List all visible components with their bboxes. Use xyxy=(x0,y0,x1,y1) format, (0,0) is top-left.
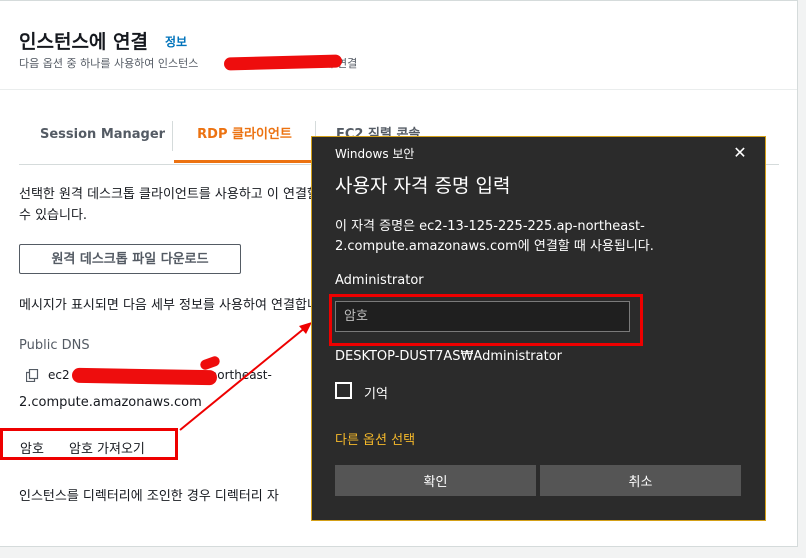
page-title: 인스턴스에 연결 xyxy=(19,31,148,53)
ok-button[interactable]: 확인 xyxy=(335,465,536,496)
public-dns-start: ec2 xyxy=(48,368,70,382)
remember-checkbox[interactable] xyxy=(335,382,352,399)
info-link[interactable]: 정보 xyxy=(165,33,187,50)
public-dns-label: Public DNS xyxy=(19,338,90,353)
tab-rdp-client[interactable]: RDP 클라이언트 xyxy=(174,117,315,163)
tab-divider xyxy=(172,121,173,151)
copy-icon[interactable] xyxy=(26,369,39,382)
redaction-mark xyxy=(71,367,218,386)
cancel-button[interactable]: 취소 xyxy=(540,465,741,496)
dialog-window-title: Windows 보안 xyxy=(335,147,415,161)
download-rdp-file-button[interactable]: 원격 데스크톱 파일 다운로드 xyxy=(19,244,241,274)
password-label: 암호 xyxy=(20,442,44,457)
more-options-link[interactable]: 다른 옵션 선택 xyxy=(335,429,415,448)
directory-note: 인스턴스를 디렉터리에 조인한 경우 디렉터리 자 xyxy=(19,489,279,504)
subtitle-start: 다음 옵션 중 하나를 사용하여 인스턴스 xyxy=(19,57,199,70)
dialog-heading: 사용자 자격 증명 입력 xyxy=(335,175,511,197)
public-dns-end: northeast- xyxy=(209,368,272,382)
password-input[interactable] xyxy=(335,301,630,332)
username-label: Administrator xyxy=(335,273,424,288)
dialog-description: 이 자격 증명은 ec2-13-125-225-225.ap-northeast… xyxy=(335,219,654,254)
get-password-link[interactable]: 암호 가져오기 xyxy=(69,438,145,457)
rdp-description: 선택한 원격 데스크톱 클라이언트를 사용하고 이 연결할 수 있습니다. xyxy=(19,187,319,223)
tab-session-manager[interactable]: Session Manager xyxy=(40,117,165,163)
remember-label: 기억 xyxy=(364,387,388,402)
account-domain-label: DESKTOP-DUST7AS₩Administrator xyxy=(335,349,563,364)
panel-header: 인스턴스에 연결 정보 다음 옵션 중 하나를 사용하여 인스턴스에 연결 xyxy=(0,1,797,90)
close-icon[interactable]: ✕ xyxy=(727,142,753,164)
windows-security-dialog: Windows 보안 ✕ 사용자 자격 증명 입력 이 자격 증명은 ec2-1… xyxy=(311,136,766,521)
public-dns-value-line2: 2.compute.amazonaws.com xyxy=(19,395,202,410)
connection-message: 메시지가 표시되면 다음 세부 정보를 사용하여 연결합니다. xyxy=(19,298,319,313)
